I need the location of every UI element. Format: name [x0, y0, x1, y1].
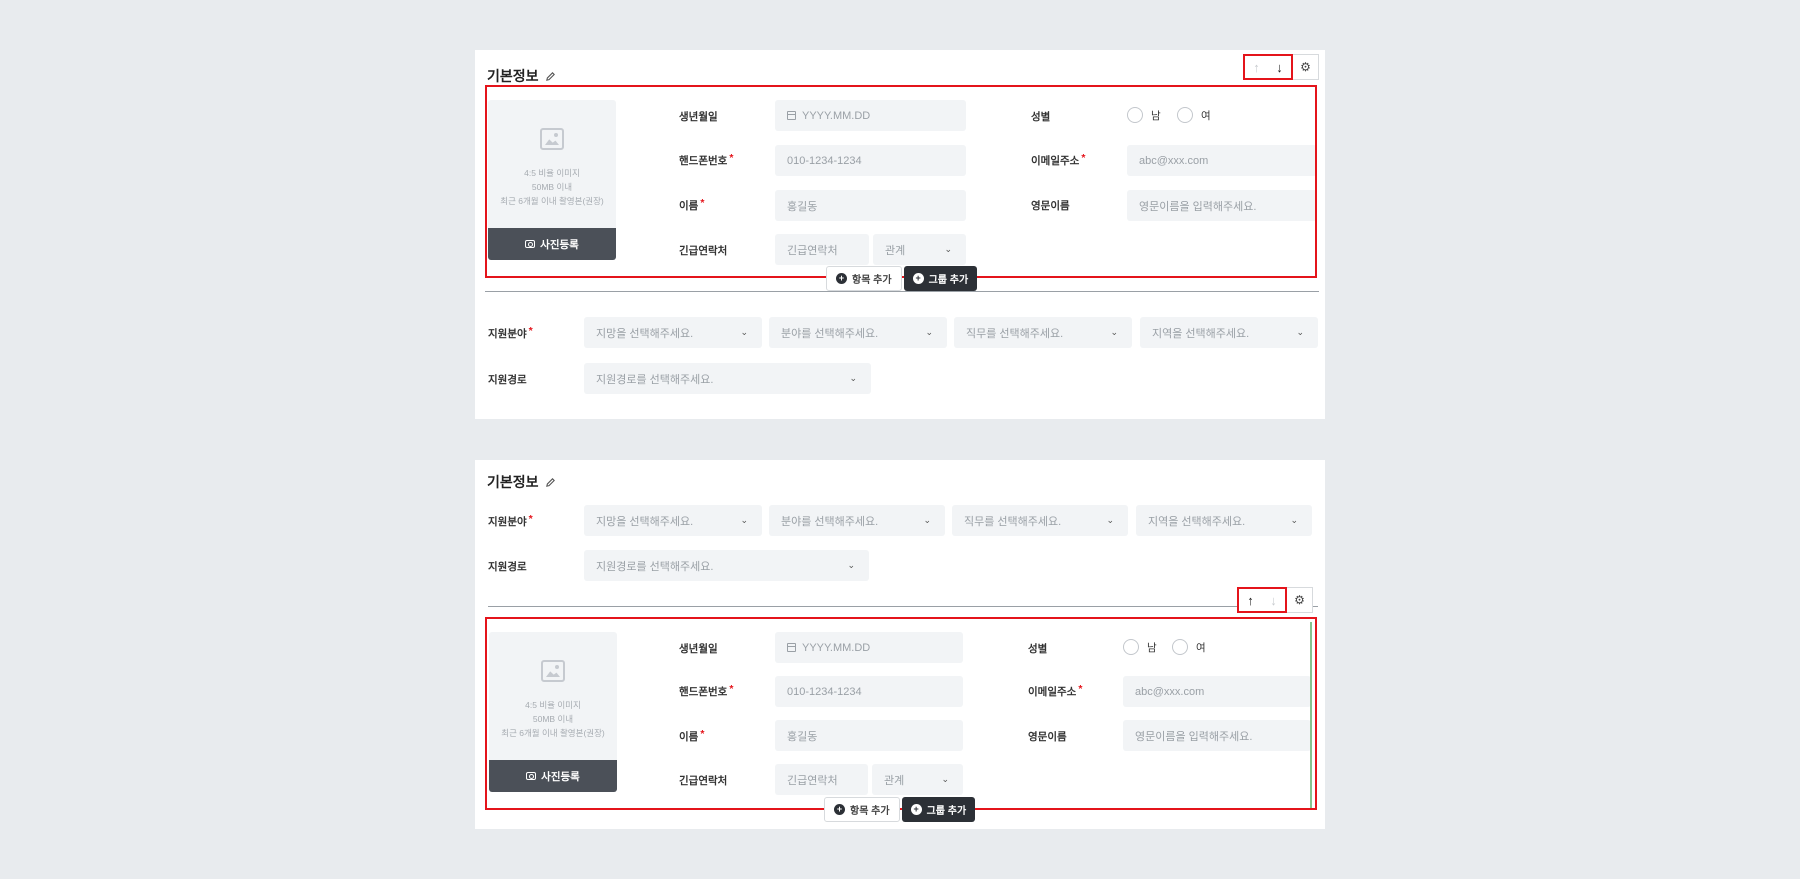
gender-label: 성별 [1028, 643, 1048, 655]
email-input[interactable]: abc@xxx.com [1123, 676, 1311, 707]
email-label: 이메일주소 * [1031, 152, 1086, 167]
apply-field-label: 지원분야 * [488, 325, 533, 340]
gear-icon[interactable]: ⚙ [1293, 54, 1319, 80]
chevron-down-icon: ⌄ [941, 774, 949, 784]
birth-input[interactable]: YYYY.MM.DD [775, 632, 963, 663]
move-down-icon[interactable]: ↓ [1268, 56, 1291, 78]
emergency-label: 긴급연락처 [679, 245, 728, 257]
chevron-down-icon: ⌄ [847, 560, 855, 570]
chevron-down-icon: ⌄ [1296, 327, 1304, 337]
plus-icon: + [910, 804, 922, 815]
eng-name-input[interactable]: 영문이름을 입력해주세요. [1123, 720, 1311, 751]
camera-icon [525, 240, 536, 248]
gender-female-radio[interactable]: 여 [1172, 639, 1206, 655]
move-up-icon[interactable]: ↑ [1239, 589, 1262, 611]
chevron-down-icon: ⌄ [1290, 515, 1298, 525]
image-placeholder-icon [540, 128, 564, 150]
move-up-icon[interactable]: ↑ [1245, 56, 1268, 78]
email-label: 이메일주소 * [1028, 683, 1083, 698]
emergency-label: 긴급연락처 [679, 775, 728, 787]
route-select[interactable]: 지원경로를 선택해주세요. ⌄ [584, 363, 871, 394]
chevron-down-icon: ⌄ [944, 244, 952, 254]
calendar-icon [787, 111, 796, 120]
chevron-down-icon: ⌄ [923, 515, 931, 525]
add-actions: + 항목 추가 + 그룹 추가 [826, 266, 978, 291]
section-divider [488, 606, 1318, 607]
phone-input[interactable]: 010-1234-1234 [775, 676, 963, 707]
section-divider [485, 291, 1319, 292]
move-down-icon[interactable]: ↓ [1262, 589, 1285, 611]
phone-label: 핸드폰번호 * [679, 152, 734, 167]
eng-name-label: 영문이름 [1031, 200, 1070, 212]
gender-male-radio[interactable]: 남 [1123, 639, 1157, 655]
add-actions: + 항목 추가 + 그룹 추가 [824, 797, 976, 822]
apply-select-3[interactable]: 직무를 선택해주세요. ⌄ [952, 505, 1128, 536]
birth-label: 생년월일 [679, 643, 718, 655]
phone-input[interactable]: 010-1234-1234 [775, 145, 966, 176]
route-label: 지원경로 [488, 374, 527, 386]
add-group-button[interactable]: + 그룹 추가 [903, 266, 978, 291]
relation-select[interactable]: 관계 ⌄ [873, 234, 966, 265]
chevron-down-icon: ⌄ [740, 327, 748, 337]
apply-select-2[interactable]: 분야를 선택해주세요. ⌄ [769, 505, 945, 536]
plus-icon: + [834, 804, 845, 815]
section-title: 기본정보 [487, 472, 556, 492]
order-controls: ↑ ↓ ⚙ [1237, 587, 1313, 613]
apply-select-3[interactable]: 직무를 선택해주세요. ⌄ [954, 317, 1132, 348]
reorder-arrows: ↑ ↓ [1243, 54, 1293, 80]
chevron-down-icon: ⌄ [925, 327, 933, 337]
birth-input[interactable]: YYYY.MM.DD [775, 100, 966, 131]
chevron-down-icon: ⌄ [1110, 327, 1118, 337]
reorder-arrows: ↑ ↓ [1237, 587, 1287, 613]
gear-icon[interactable]: ⚙ [1287, 587, 1313, 613]
plus-icon: + [912, 273, 924, 284]
apply-select-4[interactable]: 지역을 선택해주세요. ⌄ [1140, 317, 1318, 348]
photo-upload-button[interactable]: 사진등록 [489, 760, 617, 792]
gender-female-radio[interactable]: 여 [1177, 107, 1211, 123]
add-item-button[interactable]: + 항목 추가 [826, 266, 902, 291]
drop-indicator [1310, 622, 1312, 810]
image-placeholder-icon [541, 660, 565, 682]
basic-info-card-2: 기본정보 지원분야 * 지망을 선택해주세요. ⌄ 분야를 선택해주세요. ⌄ 직무를… [475, 460, 1325, 829]
camera-icon [526, 772, 537, 780]
chevron-down-icon: ⌄ [740, 515, 748, 525]
chevron-down-icon: ⌄ [849, 373, 857, 383]
eng-name-input[interactable]: 영문이름을 입력해주세요. [1127, 190, 1317, 221]
relation-select[interactable]: 관계 ⌄ [872, 764, 963, 795]
section-title: 기본정보 [487, 66, 556, 86]
apply-field-label: 지원분야 * [488, 513, 533, 528]
phone-label: 핸드폰번호 * [679, 683, 734, 698]
apply-select-1[interactable]: 지망을 선택해주세요. ⌄ [584, 317, 762, 348]
pencil-icon[interactable] [545, 71, 556, 82]
calendar-icon [787, 643, 796, 652]
apply-select-2[interactable]: 분야를 선택해주세요. ⌄ [769, 317, 947, 348]
order-controls: ↑ ↓ ⚙ [1243, 54, 1319, 80]
photo-hint: 4:5 비율 이미지 50MB 이내 최근 6개월 이내 촬영본(권장) [501, 700, 605, 738]
basic-info-card-1: 기본정보 ↑ ↓ ⚙ 4:5 비율 이미지 50MB 이내 최근 6개월 이내 … [475, 50, 1325, 419]
route-label: 지원경로 [488, 561, 527, 573]
pencil-icon[interactable] [545, 477, 556, 488]
add-item-button[interactable]: + 항목 추가 [824, 797, 900, 822]
photo-upload-button[interactable]: 사진등록 [488, 228, 616, 260]
name-label: 이름 * [679, 197, 705, 212]
apply-select-4[interactable]: 지역을 선택해주세요. ⌄ [1136, 505, 1312, 536]
photo-hint: 4:5 비율 이미지 50MB 이내 최근 6개월 이내 촬영본(권장) [500, 168, 604, 206]
add-group-button[interactable]: + 그룹 추가 [901, 797, 976, 822]
emergency-input[interactable]: 긴급연락처 [775, 234, 869, 265]
chevron-down-icon: ⌄ [1106, 515, 1114, 525]
gender-label: 성별 [1031, 111, 1051, 123]
plus-icon: + [836, 273, 847, 284]
photo-upload-box: 4:5 비율 이미지 50MB 이내 최근 6개월 이내 촬영본(권장) 사진등… [488, 100, 616, 260]
route-select[interactable]: 지원경로를 선택해주세요. ⌄ [584, 550, 869, 581]
emergency-input[interactable]: 긴급연락처 [775, 764, 868, 795]
apply-select-1[interactable]: 지망을 선택해주세요. ⌄ [584, 505, 762, 536]
name-input[interactable]: 홍길동 [775, 720, 963, 751]
email-input[interactable]: abc@xxx.com [1127, 145, 1317, 176]
photo-upload-box: 4:5 비율 이미지 50MB 이내 최근 6개월 이내 촬영본(권장) 사진등… [489, 632, 617, 792]
name-input[interactable]: 홍길동 [775, 190, 966, 221]
birth-label: 생년월일 [679, 111, 718, 123]
eng-name-label: 영문이름 [1028, 731, 1067, 743]
gender-male-radio[interactable]: 남 [1127, 107, 1161, 123]
name-label: 이름 * [679, 728, 705, 743]
